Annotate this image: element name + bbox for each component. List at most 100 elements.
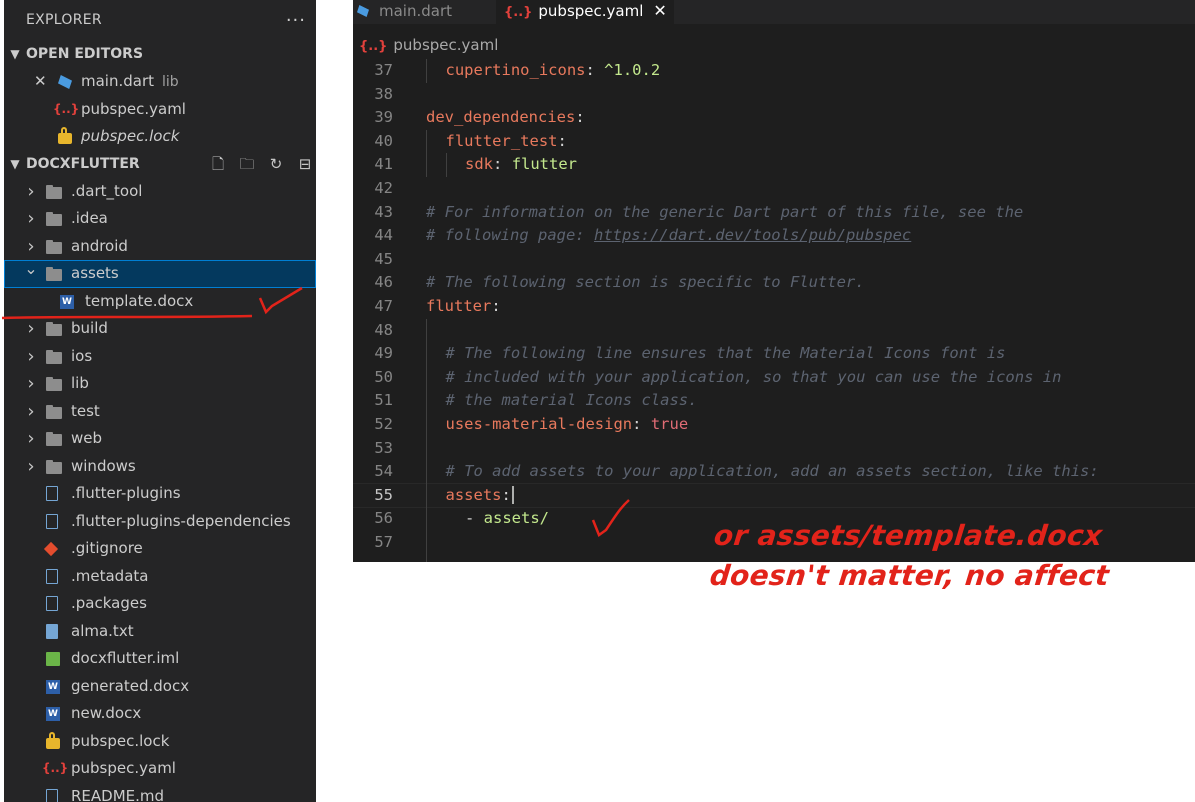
code-text: assets:: [446, 484, 514, 508]
folder-icon: [46, 404, 62, 419]
code-text: cupertino_icons: ^1.0.2: [446, 59, 661, 83]
tree-item[interactable]: .flutter-plugins: [4, 480, 316, 508]
breadcrumb[interactable]: {..} pubspec.yaml: [353, 24, 1195, 58]
code-editor[interactable]: 37 cupertino_icons: ^1.0.2 38 39 dev_depende…: [353, 59, 1195, 562]
file-icon: [46, 513, 58, 529]
tab-label: main.dart: [379, 2, 453, 20]
code-comment: # To add assets to your application, add…: [445, 462, 1099, 481]
breadcrumb-file: pubspec.yaml: [393, 36, 499, 54]
workspace-header[interactable]: ▼ DOCXFLUTTER 🗋 🗀 ↻ ⊟: [4, 151, 316, 178]
code-line: 41 sdk: flutter: [353, 153, 1195, 177]
code-text: uses-material-design: true: [446, 413, 689, 437]
yaml-file-icon: {..}: [42, 761, 69, 775]
line-number: 45: [374, 249, 393, 268]
tree-item[interactable]: Wgenerated.docx: [4, 673, 316, 701]
tree-item-label: build: [71, 319, 108, 337]
tree-item-label: template.docx: [85, 291, 194, 310]
open-editor-pubspec-yaml[interactable]: {..} pubspec.yaml: [4, 96, 316, 124]
folder-icon: [46, 267, 62, 281]
tree-item-label: web: [71, 429, 103, 447]
tree-item[interactable]: › lib: [4, 370, 316, 398]
tree-item[interactable]: .metadata: [4, 563, 316, 591]
tree-item-label: README.md: [71, 786, 165, 802]
explorer-sidebar: EXPLORER ··· ▼ OPEN EDITORS ✕ main.dart l…: [4, 0, 316, 802]
code-text: # included with your application, so tha…: [446, 366, 1062, 390]
tree-item[interactable]: › .idea: [4, 205, 316, 233]
code-text: flutter_test:: [446, 130, 567, 154]
tree-item-label: assets: [71, 264, 119, 282]
tree-item[interactable]: Wtemplate.docx: [4, 288, 316, 316]
tab-main-dart[interactable]: main.dart: [353, 0, 500, 24]
yaml-file-icon: {..}: [359, 39, 388, 54]
tree-item[interactable]: Wnew.docx: [4, 700, 316, 728]
new-file-icon[interactable]: 🗋: [207, 151, 229, 178]
tree-item[interactable]: pubspec.lock: [4, 728, 316, 756]
yaml-key: sdk: [465, 155, 493, 174]
open-editor-main-dart[interactable]: ✕ main.dart lib: [4, 68, 316, 96]
collapse-all-icon[interactable]: ⊟: [294, 151, 316, 178]
code-line: 48: [353, 319, 1195, 343]
lock-file-icon: [58, 127, 72, 144]
tree-item[interactable]: .flutter-plugins-dependencies: [4, 508, 316, 536]
open-editors-header[interactable]: ▼ OPEN EDITORS: [4, 41, 316, 68]
line-number: 40: [374, 131, 393, 150]
word-document-icon: W: [46, 707, 60, 721]
yaml-key: cupertino_icons: [445, 61, 586, 79]
code-link[interactable]: https://dart.dev/tools/pub/pubspec: [594, 226, 911, 244]
file-icon: [46, 568, 58, 584]
yaml-key: assets: [445, 485, 502, 504]
yaml-colon: :: [491, 296, 501, 315]
tree-item[interactable]: {..} pubspec.yaml: [4, 755, 316, 783]
tree-item[interactable]: › test: [4, 398, 316, 426]
tree-item-label: lib: [71, 374, 89, 392]
refresh-icon[interactable]: ↻: [265, 151, 287, 178]
chevron-right-icon: ›: [27, 345, 35, 367]
tree-item[interactable]: › android: [4, 233, 316, 261]
close-icon[interactable]: ✕: [34, 68, 47, 96]
tab-pubspec-yaml[interactable]: {..} pubspec.yaml ✕: [496, 0, 674, 24]
code-line: 47 flutter:: [353, 295, 1195, 319]
code-text: # the material Icons class.: [446, 389, 698, 413]
word-document-icon: W: [46, 679, 60, 694]
tree-item[interactable]: docxflutter.iml: [4, 645, 316, 673]
yaml-key: flutter: [426, 296, 492, 315]
code-comment: # The following line ensures that the Ma…: [445, 344, 1006, 363]
code-line: 53: [353, 437, 1195, 461]
yaml-colon: :: [575, 108, 585, 127]
new-folder-icon[interactable]: 🗀: [236, 151, 258, 178]
line-number: 46: [374, 273, 393, 292]
yaml-value: ^1.0.2: [604, 61, 661, 79]
tree-item[interactable]: › web: [4, 425, 316, 453]
tree-item[interactable]: alma.txt: [4, 618, 316, 646]
tree-item[interactable]: › .dart_tool: [4, 178, 316, 206]
close-icon[interactable]: ✕: [653, 1, 666, 20]
tree-item[interactable]: › ios: [4, 343, 316, 371]
yaml-value: true: [650, 414, 689, 433]
code-line: 37 cupertino_icons: ^1.0.2: [353, 59, 1195, 83]
yaml-file-icon: {..}: [53, 101, 80, 116]
chevron-right-icon: ›: [27, 318, 35, 339]
indent-guide: [426, 318, 427, 562]
chevron-down-icon: ▼: [10, 47, 20, 61]
tree-item-label: pubspec.lock: [71, 731, 170, 750]
code-line: 49 # The following line ensures that the …: [353, 342, 1195, 366]
tree-item[interactable]: › windows: [4, 453, 316, 481]
folder-icon: [46, 377, 62, 391]
markdown-file-icon: [46, 788, 58, 802]
tree-item[interactable]: › build: [4, 315, 316, 343]
open-editor-pubspec-lock[interactable]: pubspec.lock: [4, 123, 316, 151]
annotation-line-1: or assets/template.docx: [712, 519, 1105, 552]
tree-item[interactable]: ⌄ assets: [4, 259, 316, 288]
tab-bar: main.dart {..} pubspec.yaml ✕: [353, 0, 1195, 24]
yaml-colon: :: [632, 414, 642, 433]
code-line: 38: [353, 83, 1195, 107]
code-line: 39 dev_dependencies:: [353, 106, 1195, 130]
yaml-key: flutter_test: [445, 131, 558, 150]
tree-item-label: .flutter-plugins: [71, 484, 181, 502]
yaml-colon: :: [585, 61, 595, 79]
tree-item[interactable]: .packages: [4, 590, 316, 618]
tree-item[interactable]: .gitignore: [4, 535, 316, 563]
ellipsis-icon[interactable]: ···: [286, 0, 306, 41]
tree-item[interactable]: README.md: [4, 783, 316, 802]
code-line: 52 uses-material-design: true: [353, 413, 1195, 437]
